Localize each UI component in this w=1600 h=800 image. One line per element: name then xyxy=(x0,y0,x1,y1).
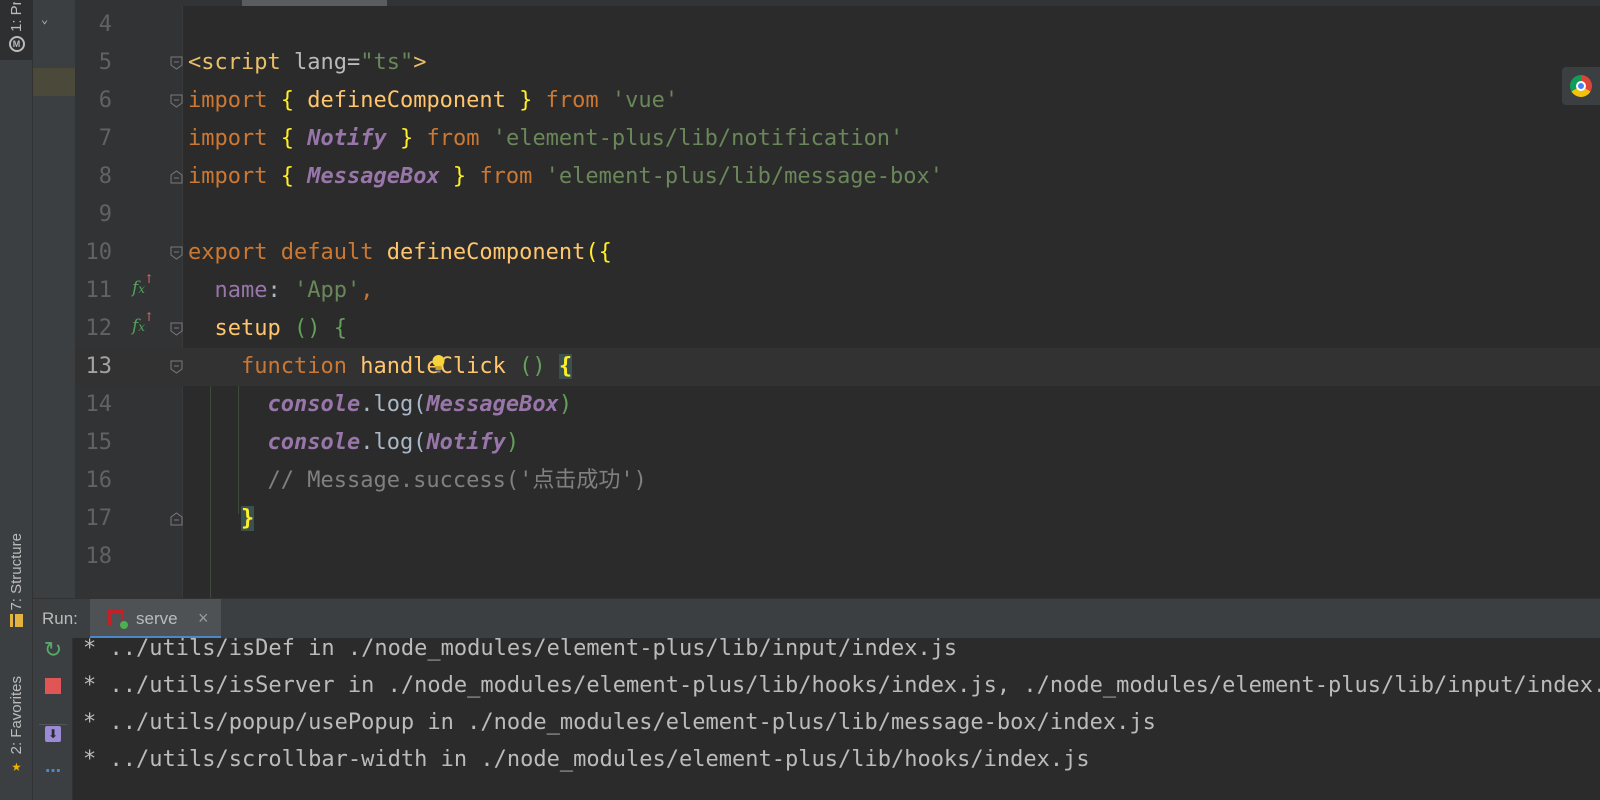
code-line: 5 <script lang="ts"> xyxy=(75,44,1600,82)
more-icon: … xyxy=(45,756,61,776)
fold-end-icon[interactable] xyxy=(170,512,183,526)
tab-structure-label: 7: Structure xyxy=(8,532,25,611)
code-line: 15 console.log(Notify) xyxy=(75,424,1600,462)
close-icon[interactable]: × xyxy=(198,608,209,629)
line-number: 10 xyxy=(85,240,113,265)
project-panel-edge: ⌄ xyxy=(33,0,75,598)
code-text: // Message.success('点击成功') xyxy=(267,468,647,493)
line-number: 6 xyxy=(98,88,112,113)
fold-marker-icon[interactable] xyxy=(170,246,183,260)
structure-icon xyxy=(10,614,23,628)
rerun-icon: ↻ xyxy=(43,637,63,663)
tab-favorites[interactable]: 2: Favorites ★ xyxy=(0,665,33,785)
code-text: } xyxy=(240,506,255,531)
code-line: 17 } xyxy=(75,500,1600,538)
code-line: 12 fx ↑ setup () { xyxy=(75,310,1600,348)
code-text: setup () { xyxy=(214,316,347,341)
run-label: Run: xyxy=(42,609,78,628)
console-line: * ../utils/isServer in ./node_modules/el… xyxy=(83,673,1600,698)
code-text: import { Notify } from 'element-plus/lib… xyxy=(188,126,904,151)
run-console[interactable]: * ../utils/isDef in ./node_modules/eleme… xyxy=(73,638,1600,800)
fold-marker-icon[interactable] xyxy=(170,56,183,70)
stop-button[interactable] xyxy=(41,674,65,698)
fold-end-icon[interactable] xyxy=(170,170,183,184)
code-text: name: 'App', xyxy=(214,278,374,303)
code-line: 9 xyxy=(75,196,1600,234)
code-text: import { MessageBox } from 'element-plus… xyxy=(188,164,944,189)
code-line: 10 export default defineComponent({ xyxy=(75,234,1600,272)
fold-marker-icon[interactable] xyxy=(170,360,183,374)
console-line: * ../utils/scrollbar-width in ./node_mod… xyxy=(83,747,1090,772)
line-number: 15 xyxy=(85,430,113,455)
implements-icon[interactable]: fx ↑ xyxy=(132,310,154,336)
chevron-down-icon[interactable]: ⌄ xyxy=(41,12,48,26)
run-tab-serve[interactable]: serve × xyxy=(90,599,221,639)
lightbulb-icon[interactable] xyxy=(431,353,446,375)
code-line: 8 import { MessageBox } from 'element-pl… xyxy=(75,158,1600,196)
line-number: 12 xyxy=(85,316,113,341)
scroll-to-end-button[interactable]: ⬇ xyxy=(41,722,65,746)
project-selected-row[interactable] xyxy=(33,68,75,96)
open-in-browser-button[interactable] xyxy=(1562,67,1600,105)
tool-window-strip: 1: Project M 7: Structure 2: Favorites ★ xyxy=(0,0,33,800)
fold-marker-icon[interactable] xyxy=(170,94,183,108)
scroll-to-end-icon: ⬇ xyxy=(45,726,61,742)
code-line: 14 console.log(MessageBox) xyxy=(75,386,1600,424)
line-number: 18 xyxy=(85,544,113,569)
code-line-current: 13 function handleClick () { xyxy=(75,348,1600,386)
rerun-button[interactable]: ↻ xyxy=(41,637,65,663)
line-number: 4 xyxy=(98,12,112,37)
npm-icon xyxy=(108,610,129,630)
line-number: 13 xyxy=(85,354,113,379)
run-panel-header: Run: serve × xyxy=(33,598,1600,639)
code-text: console.log(MessageBox) xyxy=(267,392,573,417)
code-text: import { defineComponent } from 'vue' xyxy=(188,88,679,113)
tab-project[interactable]: 1: Project M xyxy=(0,0,33,60)
project-m-icon: M xyxy=(8,36,25,52)
code-line: 16 // Message.success('点击成功') xyxy=(75,462,1600,500)
console-line: * ../utils/popup/usePopup in ./node_modu… xyxy=(83,710,1156,735)
star-icon: ★ xyxy=(11,756,22,776)
line-number: 8 xyxy=(98,164,112,189)
code-line: 11 fx ↑ name: 'App', xyxy=(75,272,1600,310)
console-line: * ../utils/isDef in ./node_modules/eleme… xyxy=(83,638,958,661)
implements-icon[interactable]: fx ↑ xyxy=(132,272,154,298)
code-text: export default defineComponent({ xyxy=(188,240,612,265)
line-number: 9 xyxy=(98,202,112,227)
fold-marker-icon[interactable] xyxy=(170,322,183,336)
tab-favorites-label: 2: Favorites xyxy=(8,675,25,755)
code-editor[interactable]: 4 5 <script lang="ts"> 6 import { define… xyxy=(75,0,1600,598)
code-line: 6 import { defineComponent } from 'vue' xyxy=(75,82,1600,120)
tab-project-label: 1: Project xyxy=(8,2,25,32)
more-button[interactable]: … xyxy=(41,754,65,778)
line-number: 17 xyxy=(85,506,113,531)
run-tab-label: serve xyxy=(136,609,178,628)
run-toolbar: ↻ ⬇ … xyxy=(33,638,73,800)
code-line: 4 xyxy=(75,6,1600,44)
chrome-icon xyxy=(1570,75,1592,97)
line-number: 7 xyxy=(98,126,112,151)
line-number: 5 xyxy=(98,50,112,75)
tab-structure[interactable]: 7: Structure xyxy=(0,520,33,640)
code-line: 18 xyxy=(75,538,1600,576)
stop-icon xyxy=(45,678,61,694)
line-number: 16 xyxy=(85,468,113,493)
code-text: <script lang="ts"> xyxy=(188,50,427,75)
code-line: 7 import { Notify } from 'element-plus/l… xyxy=(75,120,1600,158)
line-number: 14 xyxy=(85,392,113,417)
code-text: console.log(Notify) xyxy=(267,430,520,455)
code-text: function handleClick () { xyxy=(240,354,573,379)
line-number: 11 xyxy=(85,278,113,303)
